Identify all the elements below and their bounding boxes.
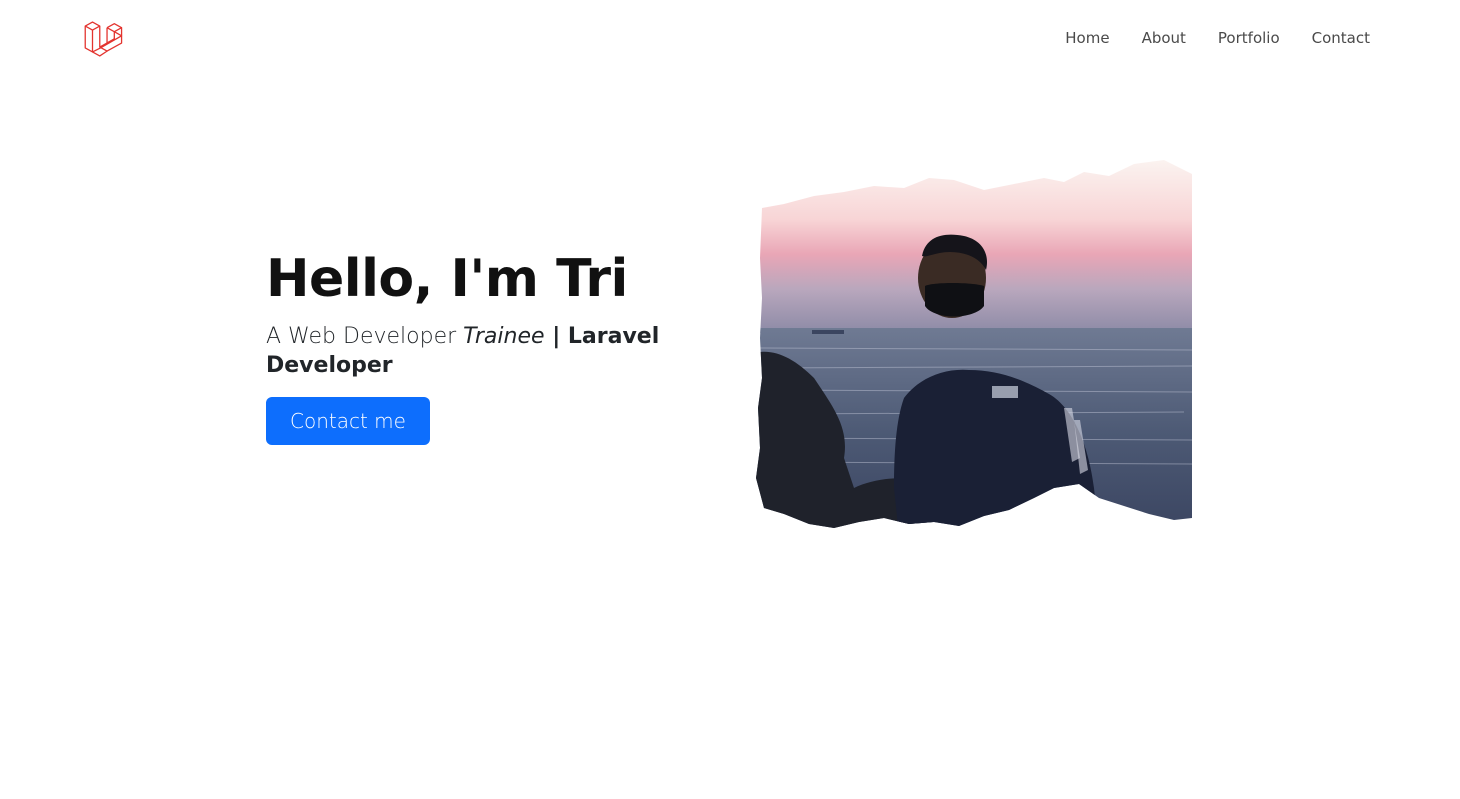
laravel-logo-icon[interactable] (82, 18, 124, 60)
nav-link-portfolio[interactable]: Portfolio (1202, 28, 1296, 48)
contact-me-button[interactable]: Contact me (266, 397, 430, 445)
main-nav: Home About Portfolio Contact (1049, 28, 1370, 48)
nav-link-contact[interactable]: Contact (1296, 28, 1370, 48)
subtitle-prefix: A Web Developer (266, 324, 464, 349)
hero-title: Hello, I'm Tri (266, 249, 628, 309)
portrait-photo (756, 160, 1192, 528)
subtitle-italic: Trainee (463, 324, 545, 349)
navbar: Home About Portfolio Contact (0, 0, 1460, 78)
hero-text: Hello, I'm Tri A Web Developer Trainee |… (266, 248, 706, 445)
hero-subtitle: A Web Developer Trainee | Laravel Develo… (266, 322, 706, 380)
hero-photo (754, 158, 1198, 536)
nav-link-about[interactable]: About (1126, 28, 1202, 48)
subtitle-bar: | (544, 324, 568, 349)
nav-link-home[interactable]: Home (1049, 28, 1125, 48)
